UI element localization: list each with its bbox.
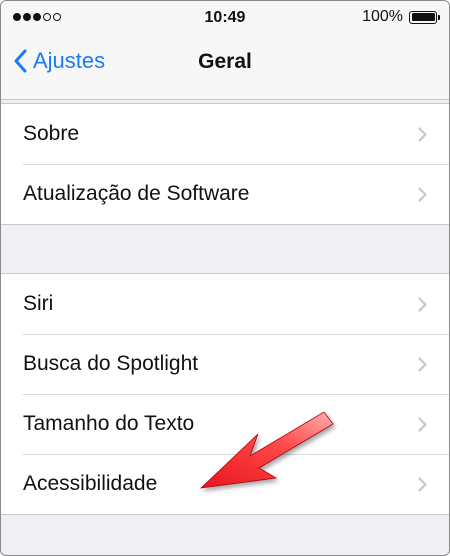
list-item-atualizacao-de-software[interactable]: Atualização de Software [1,164,449,224]
red-arrow-icon [199,411,334,489]
chevron-right-icon [418,127,427,142]
list-item-siri[interactable]: Siri [1,274,449,334]
chevron-right-icon [418,477,427,492]
navigation-bar: Ajustes Geral [1,35,449,91]
chevron-right-icon [418,297,427,312]
battery-icon [409,10,440,24]
list-item-label: Busca do Spotlight [23,352,199,375]
battery-percent: 100% [362,8,403,25]
list-item-label: Siri [23,292,54,315]
list-item-label: Atualização de Software [23,182,250,205]
list-item-label: Acessibilidade [23,472,158,495]
battery-indicator: 100% [362,8,440,26]
phone-screen: 10:49 100% Ajustes Geral Sobre Atualizaç… [0,0,450,556]
chevron-right-icon [418,187,427,202]
list-item-busca-do-spotlight[interactable]: Busca do Spotlight [1,334,449,394]
chevron-right-icon [418,357,427,372]
top-bar: 10:49 100% Ajustes Geral [1,1,449,100]
status-bar: 10:49 100% [1,1,449,35]
settings-group-1: Sobre Atualização de Software [1,103,449,225]
list-item-label: Sobre [23,122,80,145]
list-item-label: Tamanho do Texto [23,412,195,435]
list-item-sobre[interactable]: Sobre [1,104,449,164]
page-title: Geral [198,50,252,73]
chevron-right-icon [418,417,427,432]
